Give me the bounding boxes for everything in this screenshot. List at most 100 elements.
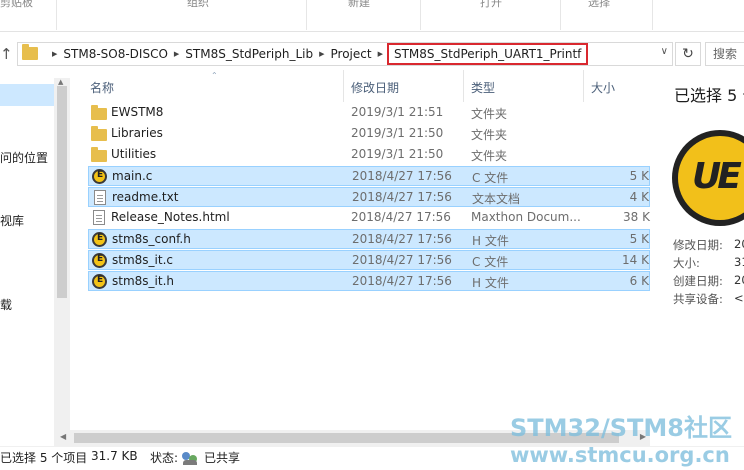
file-type: 文件夹: [471, 149, 508, 163]
ultraedit-file-icon: [92, 274, 107, 289]
scrollbar-thumb[interactable]: [57, 86, 67, 298]
chevron-right-icon[interactable]: ▶: [174, 50, 179, 58]
file-date: 2019/3/1 21:51: [351, 105, 444, 119]
chevron-right-icon[interactable]: ▶: [378, 50, 383, 58]
ribbon-group-open: 打开: [480, 0, 502, 9]
file-size: 38 K: [623, 210, 650, 224]
ribbon-divider: [560, 0, 561, 30]
shared-users-icon: [182, 450, 198, 466]
details-value-shared: <: [734, 291, 744, 305]
refresh-button[interactable]: ↻: [675, 42, 701, 66]
folder-icon: [91, 126, 107, 141]
file-size: 4 K: [629, 190, 649, 204]
details-key-size: 大小:: [673, 256, 700, 270]
nav-item-recent[interactable]: 问的位置: [0, 149, 48, 166]
breadcrumb-current[interactable]: STM8S_StdPeriph_UART1_Printf: [386, 43, 589, 65]
file-size: 14 K: [622, 253, 649, 267]
chevron-down-icon[interactable]: ∨: [661, 46, 668, 57]
file-row[interactable]: Release_Notes.html 2018/4/27 17:56 Maxthon…: [88, 208, 650, 228]
file-date: 2018/4/27 17:56: [352, 253, 452, 267]
file-name: readme.txt: [112, 190, 179, 204]
file-row[interactable]: stm8s_conf.h 2018/4/27 17:56 H 文件 5 K: [88, 229, 650, 249]
details-key-created: 创建日期:: [673, 274, 723, 288]
status-selection-size: 31.7 KB: [91, 449, 138, 463]
details-key-modified: 修改日期:: [673, 238, 723, 252]
ultraedit-logo: UE: [672, 130, 744, 226]
file-type: H 文件: [472, 276, 509, 290]
file-type: H 文件: [472, 234, 509, 248]
ribbon-divider: [652, 0, 653, 30]
details-value-created: 20: [734, 273, 744, 287]
file-row[interactable]: Utilities 2019/3/1 21:50 文件夹: [88, 145, 650, 165]
file-type: 文件夹: [471, 128, 508, 142]
file-type: C 文件: [472, 171, 509, 185]
chevron-right-icon[interactable]: ▶: [319, 50, 324, 58]
ribbon-group-clipboard: 剪贴板: [0, 0, 33, 9]
status-bar: 已选择 5 个项目 31.7 KB 状态: 已共享: [0, 446, 744, 470]
column-divider[interactable]: [343, 70, 344, 102]
breadcrumb-item[interactable]: STM8-SO8-DISCO: [63, 47, 168, 61]
file-date: 2018/4/27 17:56: [352, 190, 452, 204]
file-name: main.c: [112, 169, 153, 183]
ultraedit-file-icon: [92, 232, 107, 247]
nav-item-video-library[interactable]: 视库: [0, 212, 24, 229]
ribbon-divider: [306, 0, 307, 30]
status-selection-count: 已选择 5 个项目: [0, 451, 88, 465]
column-divider[interactable]: [583, 70, 584, 102]
status-state-value: 已共享: [204, 451, 241, 465]
file-row[interactable]: readme.txt 2018/4/27 17:56 文本文档 4 K: [88, 187, 650, 207]
column-header-name[interactable]: 名称: [90, 79, 114, 96]
file-name: Utilities: [111, 147, 157, 161]
column-header-date[interactable]: 修改日期: [351, 79, 399, 96]
ribbon: 剪贴板 组织 新建 打开 选择: [0, 0, 744, 32]
search-input[interactable]: 搜索: [705, 42, 744, 66]
file-size: 5 K: [629, 232, 649, 246]
file-type: 文件夹: [471, 107, 508, 121]
ribbon-divider: [56, 0, 57, 30]
file-name: stm8s_conf.h: [112, 232, 191, 246]
file-row[interactable]: stm8s_it.c 2018/4/27 17:56 C 文件 14 K: [88, 250, 650, 270]
sort-ascending-icon: ⌃: [211, 71, 218, 80]
folder-icon: [22, 44, 38, 60]
breadcrumb-item[interactable]: STM8S_StdPeriph_Lib: [185, 47, 313, 61]
scroll-up-icon[interactable]: ▲: [58, 78, 63, 86]
scrollbar-thumb[interactable]: [74, 433, 619, 443]
ribbon-group-new: 新建: [348, 0, 370, 9]
nav-item-downloads[interactable]: 载: [0, 296, 12, 313]
text-file-icon: [94, 190, 106, 205]
file-name: stm8s_it.c: [112, 253, 173, 267]
up-arrow-button[interactable]: ↑: [0, 44, 16, 64]
status-state-label: 状态:: [150, 451, 179, 465]
ultraedit-file-icon: [92, 253, 107, 268]
scroll-right-icon[interactable]: ▶: [640, 432, 646, 441]
ribbon-group-organize: 组织: [187, 0, 209, 9]
details-title: 已选择 5 个: [674, 86, 744, 105]
horizontal-scrollbar[interactable]: ◀ ▶: [56, 430, 650, 446]
file-row[interactable]: stm8s_it.h 2018/4/27 17:56 H 文件 6 K: [88, 271, 650, 291]
file-list: ⌃ 名称 修改日期 类型 大小 EWSTM8 2019/3/1 21:51 文件夹 L…: [70, 70, 650, 446]
file-size: 6 K: [629, 274, 649, 288]
column-header-size[interactable]: 大小: [591, 79, 615, 96]
text-file-icon: [93, 210, 105, 225]
file-name: Libraries: [111, 126, 163, 140]
file-row[interactable]: main.c 2018/4/27 17:56 C 文件 5 K: [88, 166, 650, 186]
scroll-left-icon[interactable]: ◀: [60, 432, 66, 441]
file-row[interactable]: EWSTM8 2019/3/1 21:51 文件夹: [88, 103, 650, 123]
column-header-type[interactable]: 类型: [471, 79, 495, 96]
file-size: 5 K: [629, 169, 649, 183]
file-date: 2019/3/1 21:50: [351, 147, 444, 161]
details-pane: 已选择 5 个 UE 修改日期: 20 大小: 31 创建日期: 20 共享设备…: [664, 70, 744, 446]
file-date: 2018/4/27 17:56: [351, 210, 451, 224]
file-date: 2018/4/27 17:56: [352, 232, 452, 246]
nav-selected-item[interactable]: [0, 84, 54, 106]
column-divider[interactable]: [463, 70, 464, 102]
nav-scrollbar[interactable]: ▲ ▼: [54, 78, 70, 446]
details-value-modified: 20: [734, 237, 744, 251]
file-name: stm8s_it.h: [112, 274, 174, 288]
folder-icon: [91, 147, 107, 162]
file-row[interactable]: Libraries 2019/3/1 21:50 文件夹: [88, 124, 650, 144]
ultraedit-logo-text: UE: [692, 156, 742, 197]
breadcrumb-item[interactable]: Project: [331, 47, 372, 61]
address-bar[interactable]: ▶ STM8-SO8-DISCO ▶ STM8S_StdPeriph_Lib ▶…: [17, 42, 673, 66]
chevron-right-icon[interactable]: ▶: [52, 50, 57, 58]
